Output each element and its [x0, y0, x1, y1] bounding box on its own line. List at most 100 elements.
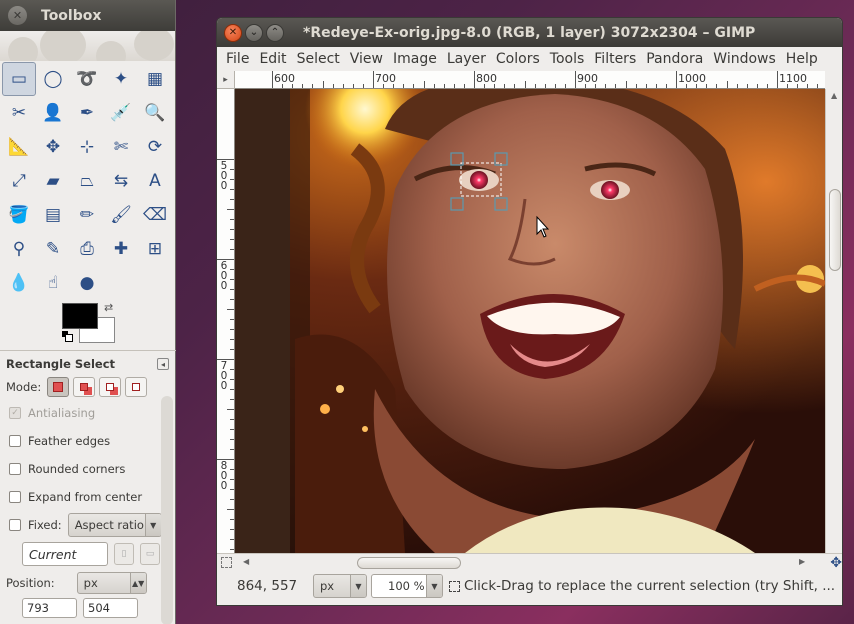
- landscape-icon[interactable]: ▭: [140, 543, 160, 565]
- text-tool-icon[interactable]: A: [138, 164, 172, 198]
- foreground-color-swatch[interactable]: [62, 303, 98, 329]
- ruler-minor-tick: [230, 389, 234, 390]
- pencil-tool-icon[interactable]: ✏: [70, 198, 104, 232]
- bucket-fill-tool-icon[interactable]: 🪣: [2, 198, 36, 232]
- image-canvas[interactable]: [235, 89, 825, 553]
- aspect-ratio-input[interactable]: Current: [22, 542, 108, 566]
- menu-windows[interactable]: Windows: [708, 51, 781, 67]
- close-icon[interactable]: ✕: [224, 23, 242, 42]
- menu-tools[interactable]: Tools: [545, 51, 590, 67]
- scrollbar-thumb[interactable]: [829, 189, 841, 271]
- position-x-input[interactable]: 793: [22, 598, 77, 618]
- ruler-minor-tick: [230, 169, 234, 170]
- ruler-minor-tick: [655, 84, 657, 88]
- foreground-select-tool-icon[interactable]: 👤: [36, 96, 70, 130]
- tab-menu-icon[interactable]: ◂: [157, 358, 169, 370]
- expand-from-center-checkbox[interactable]: Expand from center: [0, 483, 176, 511]
- menu-help[interactable]: Help: [781, 51, 823, 67]
- quick-mask-corner-icon[interactable]: ▸: [217, 71, 235, 89]
- scroll-left-icon[interactable]: ◀: [243, 557, 249, 566]
- clone-tool-icon[interactable]: ⎙: [70, 232, 104, 266]
- rotate-tool-icon[interactable]: ⟳: [138, 130, 172, 164]
- tool-options-scrollbar[interactable]: [161, 396, 173, 624]
- color-picker-tool-icon[interactable]: 💉: [104, 96, 138, 130]
- ruler-minor-tick: [227, 309, 234, 310]
- ink-tool-icon[interactable]: ✎: [36, 232, 70, 266]
- airbrush-tool-icon[interactable]: ⚲: [2, 232, 36, 266]
- navigate-icon[interactable]: ✥: [830, 555, 842, 571]
- mode-subtract-button[interactable]: [99, 377, 122, 397]
- menu-pandora[interactable]: Pandora: [641, 51, 708, 67]
- scroll-up-icon[interactable]: ▲: [831, 91, 837, 100]
- paths-tool-icon[interactable]: ✒: [70, 96, 104, 130]
- scissors-select-tool-icon[interactable]: ✂: [2, 96, 36, 130]
- perspective-tool-icon[interactable]: ⏢: [70, 164, 104, 198]
- menu-layer[interactable]: Layer: [442, 51, 491, 67]
- zoom-tool-icon[interactable]: 🔍: [138, 96, 172, 130]
- ruler-minor-tick: [230, 539, 234, 540]
- feather-edges-checkbox[interactable]: Feather edges: [0, 427, 176, 455]
- ruler-minor-tick: [230, 549, 234, 550]
- ruler-minor-tick: [362, 84, 364, 88]
- dodge-burn-tool-icon[interactable]: ●: [70, 266, 104, 300]
- mode-add-button[interactable]: [73, 377, 96, 397]
- ruler-minor-tick: [230, 339, 234, 340]
- unit-dropdown[interactable]: px ▼: [313, 574, 367, 598]
- scale-tool-icon[interactable]: ⤢: [2, 164, 36, 198]
- minimize-icon[interactable]: ⌄: [245, 23, 263, 42]
- crop-tool-icon[interactable]: ✄: [104, 130, 138, 164]
- ruler-minor-tick: [322, 81, 324, 88]
- measure-tool-icon[interactable]: 📐: [2, 130, 36, 164]
- pointer-coordinates: 864, 557: [237, 578, 298, 594]
- vertical-scrollbar[interactable]: ▲: [825, 89, 842, 553]
- quick-mask-icon[interactable]: [221, 557, 232, 568]
- menu-select[interactable]: Select: [292, 51, 345, 67]
- ellipse-select-tool-icon[interactable]: ◯: [36, 62, 70, 96]
- maximize-icon[interactable]: ⌃: [266, 23, 284, 42]
- rounded-corners-checkbox[interactable]: Rounded corners: [0, 455, 176, 483]
- align-tool-icon[interactable]: ⊹: [70, 130, 104, 164]
- scrollbar-thumb[interactable]: [357, 557, 461, 569]
- perspective-clone-tool-icon[interactable]: ⊞: [138, 232, 172, 266]
- vertical-ruler[interactable]: 5 0 0 6 0 0 7 0 0 8 0 0: [217, 89, 235, 553]
- mode-intersect-button[interactable]: [125, 377, 148, 397]
- expand-from-center-label: Expand from center: [28, 490, 143, 504]
- blur-sharpen-tool-icon[interactable]: 💧: [2, 266, 36, 300]
- eraser-tool-icon[interactable]: ⌫: [138, 198, 172, 232]
- zoom-dropdown[interactable]: 100 % ▼: [371, 574, 443, 598]
- toolbox-window: ✕ Toolbox ▭ ◯ ➰ ✦ ▦ ✂ 👤 ✒ 💉 🔍 📐 ✥ ⊹ ✄ ⟳ ⤢ ▰ ⏢ ⇆ A 🪣 ▤ ✏ 🖌 ⌫ ⚲ ✎ ⎙ ✚ ⊞…: [0, 0, 176, 624]
- menu-image[interactable]: Image: [388, 51, 442, 67]
- shear-tool-icon[interactable]: ▰: [36, 164, 70, 198]
- menu-filters[interactable]: Filters: [589, 51, 641, 67]
- fixed-checkbox[interactable]: [9, 519, 21, 531]
- scroll-right-icon[interactable]: ▶: [799, 557, 805, 566]
- menu-view[interactable]: View: [345, 51, 388, 67]
- blend-tool-icon[interactable]: ▤: [36, 198, 70, 232]
- mode-replace-button[interactable]: [47, 377, 70, 397]
- heal-tool-icon[interactable]: ✚: [104, 232, 138, 266]
- menu-colors[interactable]: Colors: [491, 51, 545, 67]
- select-by-color-tool-icon[interactable]: ▦: [138, 62, 172, 96]
- ruler-minor-tick: [797, 84, 799, 88]
- reset-colors-icon[interactable]: [62, 331, 73, 342]
- free-select-tool-icon[interactable]: ➰: [70, 62, 104, 96]
- ruler-label: 6 0 0: [220, 260, 228, 292]
- horizontal-ruler[interactable]: 600 700 800 900 1000 1100: [235, 71, 825, 89]
- antialiasing-checkbox[interactable]: ✓ Antialiasing: [0, 399, 176, 427]
- swap-colors-icon[interactable]: ⇄: [104, 301, 113, 314]
- menu-file[interactable]: File: [221, 51, 254, 67]
- fixed-mode-dropdown[interactable]: Aspect ratio ▼: [67, 513, 162, 537]
- smudge-tool-icon[interactable]: ☝: [36, 266, 70, 300]
- rect-select-tool-icon[interactable]: ▭: [2, 62, 36, 96]
- position-y-input[interactable]: 504: [83, 598, 138, 618]
- fuzzy-select-tool-icon[interactable]: ✦: [104, 62, 138, 96]
- position-unit-dropdown[interactable]: px ▲▼: [76, 572, 147, 594]
- close-icon[interactable]: ✕: [8, 6, 27, 25]
- paintbrush-tool-icon[interactable]: 🖌: [104, 198, 138, 232]
- move-tool-icon[interactable]: ✥: [36, 130, 70, 164]
- horizontal-scrollbar[interactable]: ◀ ▶ ✥: [217, 553, 842, 571]
- flip-tool-icon[interactable]: ⇆: [104, 164, 138, 198]
- ruler-tick: [373, 71, 374, 88]
- portrait-icon[interactable]: ▯: [114, 543, 134, 565]
- menu-edit[interactable]: Edit: [254, 51, 291, 67]
